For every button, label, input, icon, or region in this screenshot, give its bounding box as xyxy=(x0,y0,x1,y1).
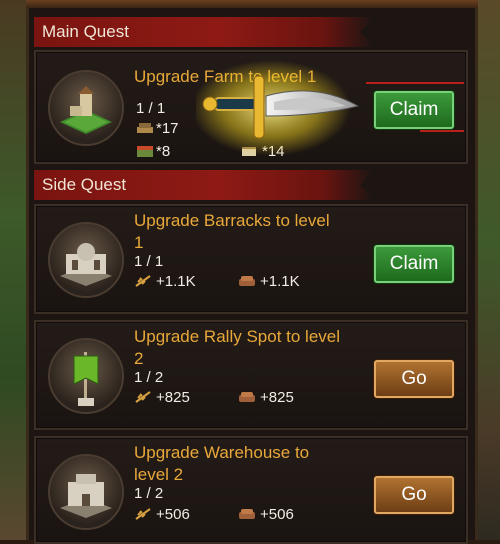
side-quest-progress: 1 / 2 xyxy=(134,369,164,386)
panel-top-frame xyxy=(26,0,478,8)
main-quest-label: Main Quest xyxy=(42,22,129,41)
side-reward-food: +825 xyxy=(156,389,190,406)
chest-icon xyxy=(137,146,153,157)
warehouse-building-icon xyxy=(48,454,124,530)
side-quest-title: Upgrade Rally Spot to level 2 xyxy=(134,327,341,368)
main-reward-chest: *8 xyxy=(156,143,171,160)
side-quest-progress: 1 / 1 xyxy=(134,253,164,270)
wheat-icon xyxy=(135,391,151,403)
wheat-icon xyxy=(135,508,151,520)
side-reward-wood: +506 xyxy=(260,506,294,523)
side-quest-title: Upgrade Warehouse to level 2 xyxy=(134,443,310,484)
side-quest-title: Upgrade Barracks to level 1 xyxy=(134,211,330,252)
books-icon xyxy=(137,123,153,133)
side-reward-wood: +825 xyxy=(260,389,294,406)
wood-icon xyxy=(239,392,255,402)
main-reward-books: *17 xyxy=(156,120,179,137)
farm-building-icon xyxy=(48,70,124,146)
side-quest-label: Side Quest xyxy=(42,175,127,194)
side-quest-go-button[interactable]: Go xyxy=(374,360,454,398)
wood-icon xyxy=(239,276,255,286)
rally-flag-icon xyxy=(48,338,124,414)
wheat-icon xyxy=(135,275,151,287)
side-reward-wood: +1.1K xyxy=(260,273,300,290)
barracks-building-icon xyxy=(48,222,124,298)
main-quest-claim-button[interactable]: Claim xyxy=(374,91,454,129)
dagger-icon xyxy=(196,60,360,156)
side-quest-go-button[interactable]: Go xyxy=(374,476,454,514)
side-reward-food: +506 xyxy=(156,506,190,523)
dagger-trail-bottom xyxy=(420,130,464,132)
side-reward-food: +1.1K xyxy=(156,273,196,290)
main-quest-progress: 1 / 1 xyxy=(136,100,166,117)
dagger-trail-top xyxy=(366,82,464,84)
wood-icon xyxy=(239,509,255,519)
side-quest-progress: 1 / 2 xyxy=(134,485,164,502)
side-quest-claim-button[interactable]: Claim xyxy=(374,245,454,283)
